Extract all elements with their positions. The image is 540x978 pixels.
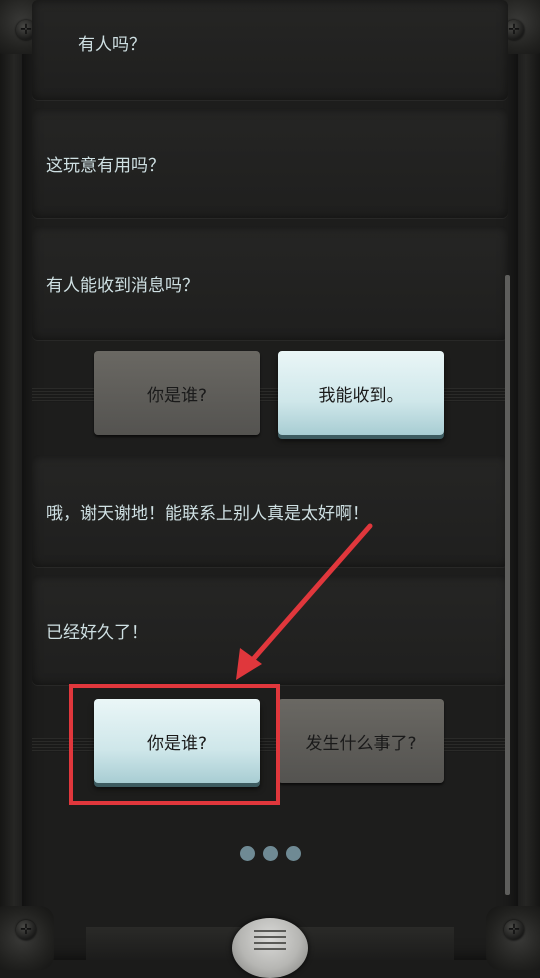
menu-lines xyxy=(254,930,286,952)
typing-dots-icon xyxy=(0,846,540,861)
typing-dot xyxy=(285,846,301,861)
typing-dot xyxy=(262,846,278,861)
scrollbar[interactable] xyxy=(505,275,510,895)
hamburger-knob-icon[interactable] xyxy=(232,918,308,978)
typing-dot xyxy=(239,846,255,861)
annotation-arrow xyxy=(236,523,373,680)
